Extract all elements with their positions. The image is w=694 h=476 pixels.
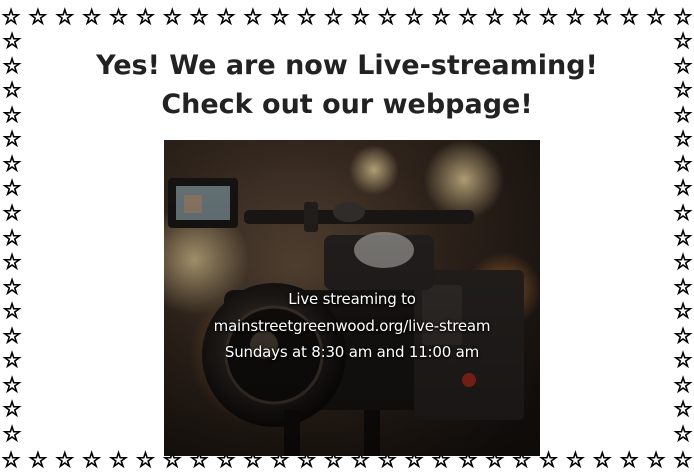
star-icon: ☆: [2, 127, 22, 152]
star-icon: ☆: [55, 449, 75, 471]
star-icon: ☆: [673, 151, 693, 176]
star-icon: ☆: [1, 449, 21, 471]
star-icon: ☆: [673, 323, 693, 348]
star-icon: ☆: [673, 127, 693, 152]
star-icon: ☆: [109, 6, 129, 28]
star-icon: ☆: [2, 102, 22, 127]
star-icon: ☆: [162, 6, 182, 28]
star-icon: ☆: [673, 397, 693, 422]
star-icon: ☆: [619, 6, 639, 28]
star-icon: ☆: [592, 449, 612, 471]
star-icon: ☆: [2, 274, 22, 299]
star-icon: ☆: [539, 449, 559, 471]
star-icon: ☆: [565, 6, 585, 28]
camera-photo: Live streaming to mainstreetgreenwood.or…: [164, 140, 540, 456]
star-icon: ☆: [350, 6, 370, 28]
star-icon: ☆: [673, 225, 693, 250]
star-icon: ☆: [2, 30, 22, 53]
star-icon: ☆: [646, 6, 666, 28]
star-border-top: ☆ ☆ ☆ ☆ ☆ ☆ ☆ ☆ ☆ ☆ ☆ ☆ ☆ ☆ ☆ ☆ ☆ ☆ ☆ ☆ ☆ ☆ ☆ ☆ ☆ ☆: [0, 6, 694, 28]
star-icon: ☆: [673, 449, 693, 471]
star-icon: ☆: [135, 6, 155, 28]
star-icon: ☆: [673, 53, 693, 78]
star-icon: ☆: [55, 6, 75, 28]
star-icon: ☆: [28, 6, 48, 28]
star-icon: ☆: [2, 397, 22, 422]
star-icon: ☆: [2, 78, 22, 103]
star-icon: ☆: [28, 449, 48, 471]
star-icon: ☆: [458, 6, 478, 28]
star-icon: ☆: [673, 274, 693, 299]
headline-check-webpage: Check out our webpage!: [161, 89, 533, 120]
star-icon: ☆: [189, 6, 209, 28]
star-icon: ☆: [297, 6, 317, 28]
star-icon: ☆: [404, 6, 424, 28]
star-icon: ☆: [82, 6, 102, 28]
star-icon: ☆: [619, 449, 639, 471]
star-icon: ☆: [243, 6, 263, 28]
star-icon: ☆: [2, 200, 22, 225]
star-icon: ☆: [2, 348, 22, 373]
star-icon: ☆: [673, 250, 693, 275]
star-icon: ☆: [673, 299, 693, 324]
caption-live-streaming-to: Live streaming to: [288, 290, 416, 308]
star-icon: ☆: [2, 151, 22, 176]
star-icon: ☆: [673, 78, 693, 103]
caption-stream-url: mainstreetgreenwood.org/live-stream: [213, 317, 491, 335]
star-icon: ☆: [377, 6, 397, 28]
star-icon: ☆: [592, 6, 612, 28]
star-icon: ☆: [673, 102, 693, 127]
star-icon: ☆: [2, 176, 22, 201]
star-icon: ☆: [1, 6, 21, 28]
star-icon: ☆: [673, 348, 693, 373]
star-icon: ☆: [82, 449, 102, 471]
star-icon: ☆: [2, 323, 22, 348]
star-icon: ☆: [673, 30, 693, 53]
star-icon: ☆: [2, 422, 22, 446]
star-icon: ☆: [485, 6, 505, 28]
star-icon: ☆: [216, 6, 236, 28]
star-border-left: ☆ ☆ ☆ ☆ ☆ ☆ ☆ ☆ ☆ ☆ ☆ ☆ ☆ ☆ ☆ ☆ ☆: [1, 30, 23, 445]
star-icon: ☆: [2, 53, 22, 78]
headline-live-streaming: Yes! We are now Live-streaming!: [96, 50, 598, 81]
star-icon: ☆: [673, 422, 693, 446]
star-icon: ☆: [673, 6, 693, 28]
star-icon: ☆: [646, 449, 666, 471]
star-icon: ☆: [673, 372, 693, 397]
star-icon: ☆: [673, 176, 693, 201]
star-border-right: ☆ ☆ ☆ ☆ ☆ ☆ ☆ ☆ ☆ ☆ ☆ ☆ ☆ ☆ ☆ ☆ ☆: [672, 30, 694, 445]
star-icon: ☆: [431, 6, 451, 28]
star-icon: ☆: [673, 200, 693, 225]
star-icon: ☆: [565, 449, 585, 471]
star-icon: ☆: [324, 6, 344, 28]
star-icon: ☆: [2, 225, 22, 250]
star-icon: ☆: [109, 449, 129, 471]
star-icon: ☆: [512, 6, 532, 28]
star-icon: ☆: [539, 6, 559, 28]
star-icon: ☆: [135, 449, 155, 471]
star-icon: ☆: [2, 299, 22, 324]
star-icon: ☆: [270, 6, 290, 28]
star-icon: ☆: [2, 372, 22, 397]
star-icon: ☆: [2, 250, 22, 275]
caption-schedule: Sundays at 8:30 am and 11:00 am: [224, 343, 480, 361]
